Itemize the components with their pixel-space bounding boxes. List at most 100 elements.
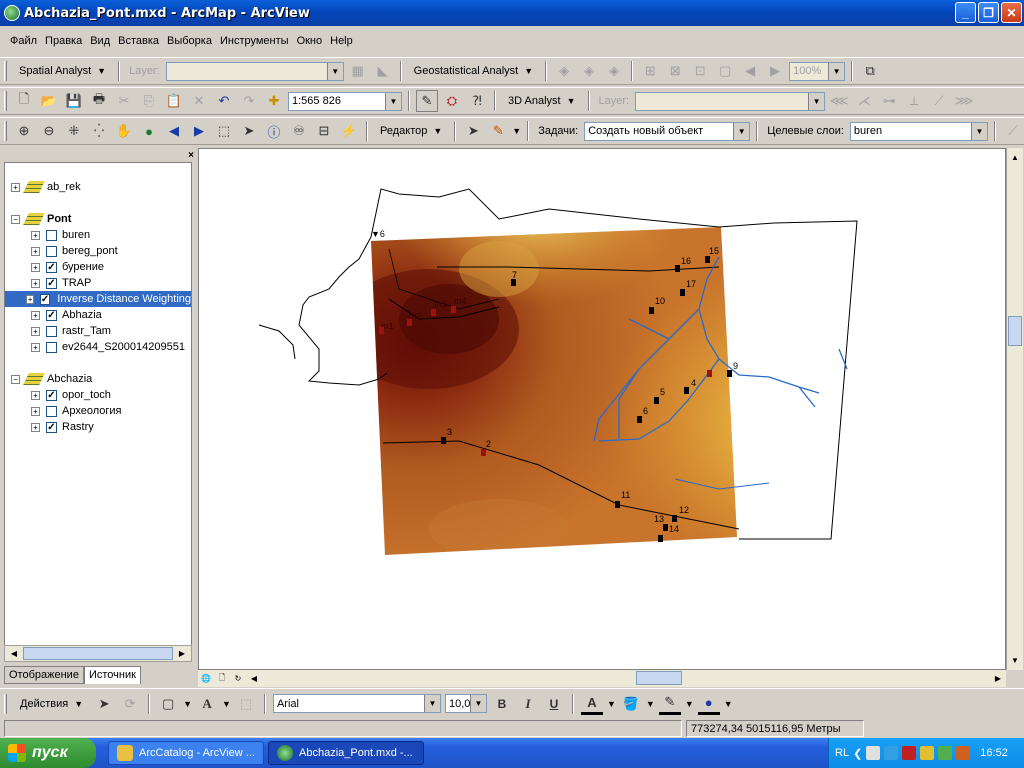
layer-checkbox[interactable]: ✓ <box>46 421 57 433</box>
layer-checkbox[interactable]: ✓ <box>46 277 57 289</box>
fixed-zoom-in-icon[interactable]: ⊞ <box>639 60 661 82</box>
fixed-zoom-out-icon[interactable]: ⊠ <box>664 60 686 82</box>
menu-view[interactable]: Вид <box>90 35 110 47</box>
undo-icon[interactable]: ↶ <box>213 90 235 112</box>
underline-button[interactable]: U <box>543 693 565 715</box>
actions-dropdown[interactable]: Действия ▼ <box>14 693 89 715</box>
map-scale-select[interactable]: 1:565 826 ▼ <box>288 91 402 111</box>
data-view-icon[interactable]: 🌐 <box>198 671 214 686</box>
toc-item-abhazia[interactable]: + ✓ Abhazia <box>31 307 102 323</box>
map-point-4[interactable]: 4 <box>691 378 696 388</box>
toc-item-rastr-tam[interactable]: + rastr_Tam <box>31 323 111 339</box>
editor-dropdown[interactable]: Редактор ▼ <box>374 120 448 142</box>
line-of-sight-icon[interactable]: ⊶ <box>878 90 900 112</box>
layer-checkbox[interactable] <box>46 405 57 417</box>
arctoolbox-icon[interactable]: ⛭ <box>441 90 463 112</box>
paste-icon[interactable]: 📋 <box>163 90 185 112</box>
tray-app-icon-4[interactable] <box>920 746 935 760</box>
copy-icon[interactable]: ⎘ <box>138 90 160 112</box>
layer-3d-select[interactable]: ▼ <box>635 91 826 111</box>
page-icon[interactable]: ▢ <box>714 60 736 82</box>
whats-this-help-icon[interactable]: ⁈ <box>466 90 488 112</box>
toc-item-idw[interactable]: + ✓ Inverse Distance Weighting <box>5 291 191 307</box>
georef-icon-1[interactable]: ◈ <box>553 60 575 82</box>
pan-hand-icon[interactable]: ✋ <box>113 120 135 142</box>
map-point-6b[interactable]: 6 <box>643 406 648 416</box>
layer-checkbox[interactable]: ✓ <box>46 261 57 273</box>
font-color-icon[interactable]: A <box>580 693 603 715</box>
layer-checkbox[interactable] <box>46 229 57 241</box>
toc-horizontal-scrollbar[interactable]: ◀ ▶ <box>4 645 192 662</box>
steepest-path-icon[interactable]: ⋌ <box>853 90 875 112</box>
arcmap-app-icon[interactable] <box>4 5 20 21</box>
taskbar-arccatalog[interactable]: ArcCatalog - ArcView ... <box>108 741 264 765</box>
full-extent-globe-icon[interactable]: ● <box>138 120 160 142</box>
bold-button[interactable]: B <box>491 693 513 715</box>
task-select[interactable]: Создать новый объект ▼ <box>584 121 751 141</box>
toc-item-ev2644[interactable]: + ev2644_S200014209551 <box>31 339 185 355</box>
map-point-17[interactable]: 17 <box>686 279 696 289</box>
segment-icon[interactable]: ⟋ <box>1002 120 1024 142</box>
toc-close-icon[interactable]: × <box>188 150 194 162</box>
sketch-tool-icon[interactable]: ✎ <box>487 120 509 142</box>
toc-item-buren[interactable]: + buren <box>31 227 90 243</box>
scroll-right-arrow[interactable]: ▶ <box>990 671 1006 686</box>
contour-icon[interactable]: ⋘ <box>828 90 850 112</box>
toc-item-ab-rek[interactable]: + ab_rek <box>11 179 81 195</box>
map-point-16[interactable]: 16 <box>681 256 691 266</box>
layer-checkbox[interactable] <box>46 341 57 353</box>
map-point-13[interactable]: 13 <box>654 514 664 524</box>
close-button[interactable]: ✕ <box>1001 2 1022 23</box>
forward-extent-icon[interactable]: ▶ <box>764 60 786 82</box>
map-point-2[interactable]: 2 <box>486 439 491 449</box>
menu-tools[interactable]: Инструменты <box>220 35 289 47</box>
new-document-icon[interactable]: 🗋 <box>13 90 35 112</box>
tab-source[interactable]: Источник <box>83 666 141 684</box>
tray-app-icon-5[interactable] <box>956 746 971 760</box>
full-extent-icon[interactable]: ⊡ <box>689 60 711 82</box>
redo-icon[interactable]: ↷ <box>238 90 260 112</box>
histogram2-icon[interactable]: ◣ <box>372 60 394 82</box>
map-point-5[interactable]: 5 <box>660 387 665 397</box>
map-point-10[interactable]: 10 <box>655 296 665 306</box>
scroll-left-arrow[interactable]: ◀ <box>246 671 262 686</box>
zoom-percent-select[interactable]: 100% ▼ <box>789 61 846 81</box>
language-indicator[interactable]: RL <box>835 747 849 759</box>
interpolate-line-icon[interactable]: ⟋ <box>928 90 950 112</box>
font-name-select[interactable]: Arial ▼ <box>272 694 441 713</box>
layer-checkbox[interactable]: ✓ <box>39 293 51 305</box>
toc-item-archaeology[interactable]: + Археология <box>31 403 121 419</box>
cut-icon[interactable]: ✂ <box>113 90 135 112</box>
measure-icon[interactable]: ⊟ <box>313 120 335 142</box>
toc-item-bereg-pont[interactable]: + bereg_pont <box>31 243 118 259</box>
geostatistical-analyst-dropdown[interactable]: Geostatistical Analyst ▼ <box>408 60 539 82</box>
print-icon[interactable]: 🖶 <box>88 90 110 112</box>
map-point-3[interactable]: 3 <box>447 427 452 437</box>
hyperlink-icon[interactable]: ⚡ <box>338 120 360 142</box>
spatial-analyst-dropdown[interactable]: Spatial Analyst ▼ <box>13 60 112 82</box>
font-size-select[interactable]: 10,00 ▼ <box>444 694 487 713</box>
tray-expand-icon[interactable]: ❮ <box>853 747 862 760</box>
toolbar-grip[interactable] <box>4 61 7 81</box>
histogram-icon[interactable]: ▦ <box>347 60 369 82</box>
map-horizontal-scrollbar[interactable]: 🌐 🗋 ↻ ◀ ▶ <box>198 670 1006 687</box>
rectangle-draw-icon[interactable]: ▢ <box>157 693 179 715</box>
map-point-12[interactable]: 12 <box>679 505 689 515</box>
menu-selection[interactable]: Выборка <box>167 35 212 47</box>
map-point-m3[interactable]: m3 <box>434 299 447 309</box>
menu-file[interactable]: Файл <box>10 35 37 47</box>
interpolate-point-icon[interactable]: ⟂ <box>903 90 925 112</box>
map-point-14[interactable]: 14 <box>669 524 679 534</box>
identify-icon[interactable]: ⓘ <box>263 120 285 142</box>
save-icon[interactable]: 💾 <box>63 90 85 112</box>
back-extent-icon[interactable]: ◀ <box>739 60 761 82</box>
fixed-zoom-out-icon-2[interactable]: ⁛ <box>88 120 110 142</box>
toc-item-abchazia[interactable]: − Abchazia <box>11 371 92 387</box>
tray-network-icon[interactable] <box>938 746 953 760</box>
find-binoculars-icon[interactable]: ♾ <box>288 120 310 142</box>
map-vertical-scrollbar[interactable]: ▲ ▼ <box>1006 148 1023 670</box>
menu-help[interactable]: Help <box>330 35 353 47</box>
delete-icon[interactable]: ✕ <box>188 90 210 112</box>
map-point-11[interactable]: 11 <box>621 490 630 500</box>
map-point-6[interactable]: ▼6 <box>371 229 385 239</box>
